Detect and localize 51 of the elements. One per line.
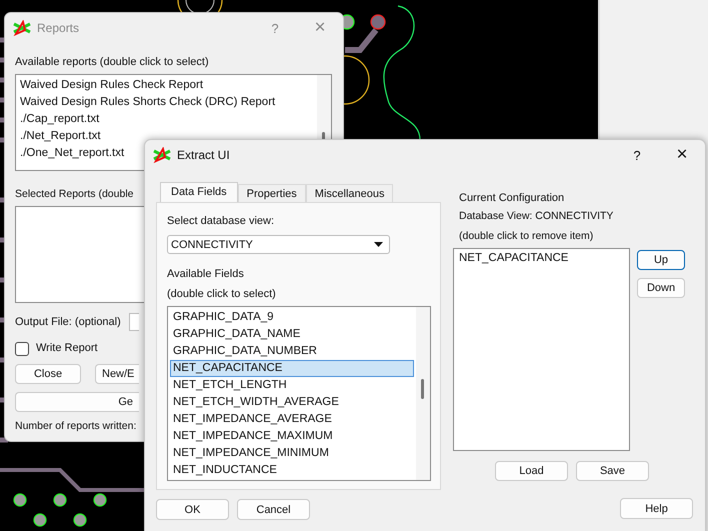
scrollbar-thumb[interactable] (421, 379, 424, 399)
move-button[interactable]: Down (637, 278, 685, 298)
field-item[interactable]: NET_CAPACITANCE (170, 360, 414, 377)
available-reports-label: Available reports (double click to select) (15, 55, 209, 70)
move-button[interactable]: Up (637, 250, 685, 270)
field-item[interactable]: GRAPHIC_DATA_NUMBER (170, 343, 414, 360)
config-file-button[interactable]: Save (576, 461, 649, 481)
app-icon (13, 20, 31, 36)
new-edit-button[interactable]: New/E (95, 364, 139, 384)
field-item[interactable]: NET_IMPEDANCE_MAXIMUM (170, 428, 414, 445)
available-fields-hint: (double click to select) (167, 287, 277, 302)
ok-button[interactable]: OK (156, 499, 229, 520)
config-title: Current Configuration (459, 191, 566, 206)
report-item[interactable]: Waived Design Rules Check Report (20, 77, 204, 94)
window-title: Reports (37, 21, 80, 35)
report-item[interactable]: Waived Design Rules Shorts Check (DRC) Report (20, 94, 276, 111)
window-title: Extract UI (177, 148, 231, 162)
field-item[interactable]: NET_INDUCTANCE (170, 462, 414, 479)
config-item[interactable]: NET_CAPACITANCE (459, 250, 568, 267)
caret-icon (374, 242, 383, 247)
tab[interactable]: Data Fields (160, 182, 238, 202)
field-item[interactable]: NET_IMPEDANCE_MINIMUM (170, 445, 414, 462)
cancel-button[interactable]: Cancel (237, 499, 310, 520)
report-item[interactable]: ./Cap_report.txt (20, 111, 100, 128)
report-item[interactable]: ./Net_Report.txt (20, 128, 101, 145)
config-file-button[interactable]: Load (495, 461, 568, 481)
field-item[interactable]: GRAPHIC_DATA_9 (170, 309, 414, 326)
write-report-checkbox[interactable] (15, 342, 29, 356)
app-icon (153, 147, 171, 163)
help-button[interactable]: Help (620, 498, 693, 519)
tab[interactable]: Miscellaneous (306, 184, 394, 202)
reports-count-label: Number of reports written: (15, 419, 136, 434)
field-item[interactable]: NET_IMPEDANCE_AVERAGE (170, 411, 414, 428)
generate-button[interactable]: Ge (15, 392, 139, 412)
database-view-label: Select database view: (167, 214, 276, 229)
field-item[interactable]: NET_ETCH_LENGTH (170, 377, 414, 394)
selected-reports-label: Selected Reports (double (15, 187, 134, 202)
output-file-label: Output File: (optional) (15, 314, 121, 330)
config-hint: (double click to remove item) (459, 229, 594, 244)
field-item[interactable]: GRAPHIC_DATA_NAME (170, 326, 414, 343)
output-file-field[interactable] (128, 313, 139, 331)
field-item[interactable]: NET_ETCH_WIDTH_AVERAGE (170, 394, 414, 411)
config-view-label: Database View: CONNECTIVITY (459, 209, 614, 224)
available-fields-label: Available Fields (167, 267, 245, 282)
help-button[interactable]: ? (615, 148, 659, 162)
close-button[interactable]: × (659, 144, 705, 166)
database-view-dropdown[interactable]: CONNECTIVITY (167, 235, 390, 254)
close-button[interactable]: Close (15, 364, 81, 384)
tab[interactable]: Properties (238, 184, 306, 202)
report-item[interactable]: ./One_Net_report.txt (20, 145, 124, 162)
write-report-label: Write Report (36, 341, 98, 356)
